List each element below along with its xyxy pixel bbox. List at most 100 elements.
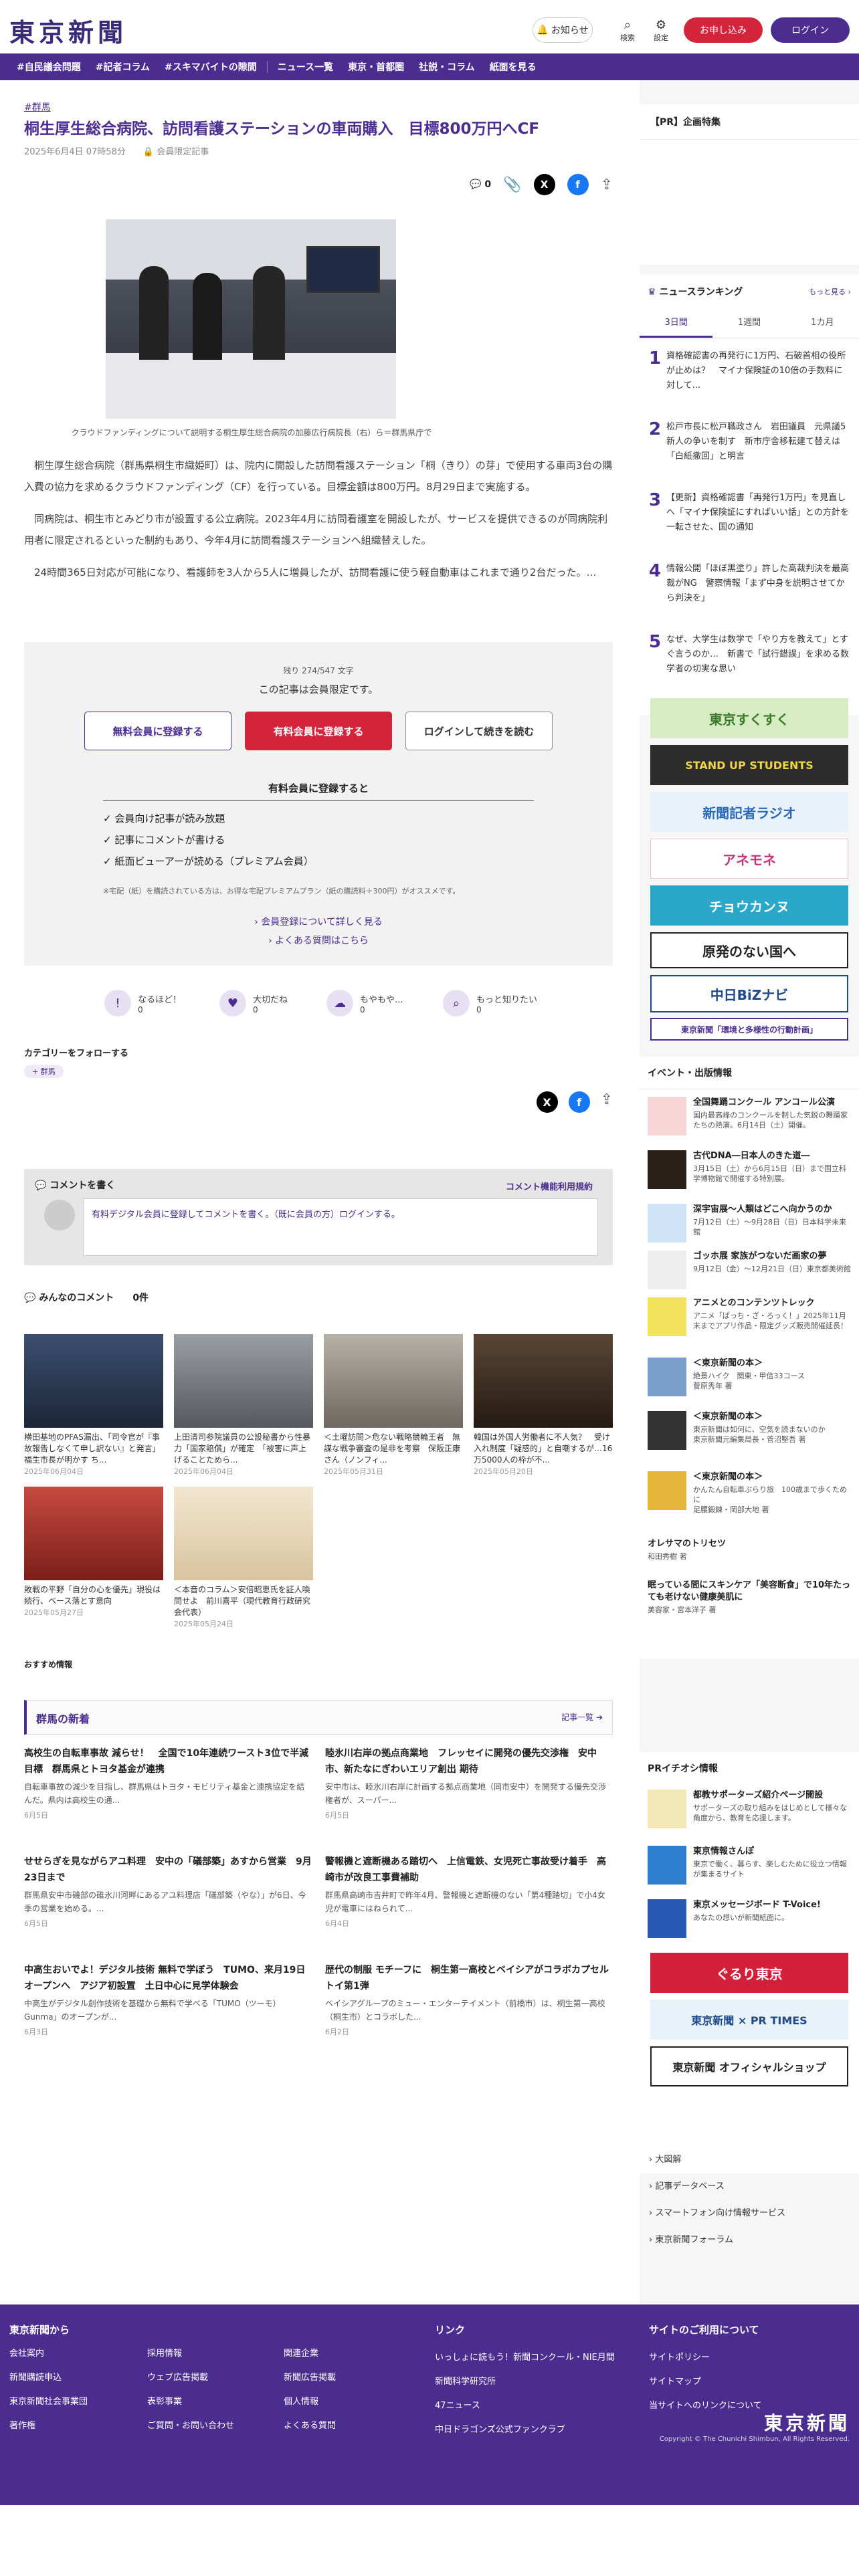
facebook-share-icon[interactable]: f (567, 174, 589, 195)
footer-link[interactable]: 新聞広告掲載 (284, 2366, 336, 2390)
event-item[interactable]: 古代DNA―日本人のきた道― 3月15日（土）から6月15日（日）まで国立科学博物… (648, 1150, 852, 1189)
footer-link[interactable]: 中日ドラゴンズ公式ファンクラブ (435, 2418, 636, 2442)
nav-item-news[interactable]: ニュース一覧 (270, 60, 341, 74)
category-tag[interactable]: #群馬 (24, 100, 613, 114)
event-item[interactable]: ゴッホ展 家族がつないだ画家の夢 9月12日（金）～12月21日（日）東京都美術館 (648, 1251, 852, 1289)
comment-textarea[interactable]: 有料デジタル会員に登録してコメントを書く。（既に会員の方）ログインする。 (83, 1198, 598, 1256)
login-button[interactable]: ログイン (771, 17, 850, 43)
news-item[interactable]: せせらぎを見ながらアユ料理 安中の「礒部築」あすから営業 9月23日まで 群馬県安… (24, 1854, 312, 1929)
register-details-link[interactable]: › 会員登録について詳しく見る (24, 915, 613, 928)
share-icon[interactable]: ⇪ (601, 177, 613, 193)
tab-1week[interactable]: 1週間 (712, 309, 785, 338)
footer-link[interactable]: ウェブ広告掲載 (147, 2366, 234, 2390)
ranking-more-link[interactable]: もっと見る › (809, 286, 851, 297)
footer-link[interactable]: 関連企業 (284, 2342, 336, 2366)
banner-genpatsu[interactable]: 原発のない国へ (650, 932, 848, 968)
event-item[interactable]: ＜東京新聞の本＞ 絶景ハイク 関東・甲信33コース 菅原秀年 著 (648, 1358, 852, 1396)
faq-link[interactable]: › よくある質問はこちら (24, 934, 613, 947)
footer-link[interactable]: ご質問・お問い合わせ (147, 2414, 234, 2438)
link-forum[interactable]: › 東京新聞フォーラム (649, 2227, 785, 2254)
banner-prtimes[interactable]: 東京新聞 × PR TIMES (650, 2000, 848, 2040)
nav-item-tag3[interactable]: #スキマバイトの隙間 (157, 60, 264, 74)
footer-link[interactable]: よくある質問 (284, 2414, 336, 2438)
related-card[interactable]: ＜土曜訪問＞危ない戦略競輪王者 無謀な戦争審査の是非を考察 保阪正康さん（ノンフ… (324, 1334, 463, 1477)
banner-gururi[interactable]: ぐるり東京 (650, 1953, 848, 1993)
banner-radio[interactable]: 新聞記者ラジオ (650, 792, 848, 832)
event-item[interactable]: 深宇宙展～人類はどこへ向かうのか 7月12日（土）～9月28日（日）日本科学未来館 (648, 1204, 852, 1243)
related-card[interactable]: 韓国は外国人労働者に不人気？ 受け入れ制度「疑惑的」と自嘲するが…16万5000… (474, 1334, 613, 1477)
footer-link[interactable]: 個人情報 (284, 2390, 336, 2414)
event-item[interactable]: ＜東京新聞の本＞ かんたん自転車ぶらり旅 100歳まで歩くために 足腰鍛錬・岡部大… (648, 1471, 852, 1515)
comment-count[interactable]: 💬 0 (470, 179, 491, 190)
nav-item-tag1[interactable]: #自民議会問題 (9, 60, 88, 74)
footer-link[interactable]: 会社案内 (9, 2342, 88, 2366)
login-continue-button[interactable]: ログインして続きを読む (405, 712, 553, 750)
reaction-naruhodo[interactable]: ! なるほど！ 0 (104, 990, 181, 1016)
pr-item[interactable]: 都教サポーターズ紹介ページ開設 サポーターズの取り組みをはじめとして様々な角度から… (648, 1790, 852, 1828)
tab-1month[interactable]: 1カ月 (786, 309, 859, 338)
footer-link[interactable]: 著作権 (9, 2414, 88, 2438)
comment-policy-link[interactable]: コメント機能利用規約 (506, 1180, 593, 1192)
event-item[interactable]: 眠っている間にスキンケア「美容断食」で10年たっても老けない健康美肌に 美容家・宮… (648, 1580, 852, 1615)
ranking-item[interactable]: 5 なぜ、大学生は数学で「やり方を教えて」とすぐ言うのか… 新書で「試行錯誤」を求… (649, 633, 850, 677)
ranking-item[interactable]: 1 資格確認書の再発行に1万円、石破首相の役所が止めは？ マイナ保険証の10倍の手… (649, 349, 850, 393)
banner-chokan[interactable]: チョウカンヌ (650, 885, 848, 926)
search-button[interactable]: ⌕ 検索 (614, 19, 641, 43)
event-item[interactable]: アニメとのコンテンツトレック アニメ「ぱっち・ざ・ろっく！」2025年11月末まで… (648, 1297, 852, 1336)
link-daizukai[interactable]: › 大図解 (649, 2147, 785, 2173)
banner-sukusuku[interactable]: 東京すくすく (650, 698, 848, 738)
nav-item-tag2[interactable]: #記者コラム (88, 60, 157, 74)
banner-shop[interactable]: 東京新聞 オフィシャルショップ (650, 2046, 848, 2086)
footer-link[interactable]: サイトマップ (649, 2370, 850, 2394)
nav-item-paper[interactable]: 紙面を見る (482, 60, 544, 74)
tab-3days[interactable]: 3日間 (640, 309, 713, 338)
related-card[interactable]: 敗戦の平野「自分の心を優先」現役は続行、ベース落とす意向 2025年05月27日 (24, 1487, 163, 1618)
ranking-item[interactable]: 2 松戸市長に松戸職政さん 岩田議員 元県議5新人の争いを制す 新市庁舎移転建て替… (649, 420, 850, 464)
link-database[interactable]: › 記事データベース (649, 2173, 785, 2200)
news-item[interactable]: 警報機と遮断機ある踏切へ 上信電鉄、女児死亡事故受け着手 高崎市が改良工事費補助… (325, 1854, 613, 1929)
footer-link[interactable]: 47ニュース (435, 2394, 636, 2418)
notifications-button[interactable]: 🔔 お知らせ (533, 17, 593, 43)
x-share-icon[interactable]: X (536, 1091, 558, 1113)
free-register-button[interactable]: 無料会員に登録する (84, 712, 231, 750)
footer-link[interactable]: 採用情報 (147, 2342, 234, 2366)
x-share-icon[interactable]: X (533, 174, 555, 195)
footer-link[interactable]: 新聞購読申込 (9, 2366, 88, 2390)
news-item[interactable]: 高校生の自転車事故 減らせ！ 全国で10年連続ワースト3位で半減目標 群馬県とト… (24, 1745, 312, 1820)
pr-item[interactable]: 東京情報さんぽ 東京で働く、暮らす、楽しむために役立つ情報が集まるサイト (648, 1846, 852, 1885)
gunma-more-link[interactable]: 記事一覧 ➔ (561, 1711, 603, 1723)
banner-anemone[interactable]: アネモネ (650, 839, 848, 879)
related-card[interactable]: ＜本音のコラム＞安倍昭恵氏を証人喚問せよ 前川喜平（現代教育行政研究会代表） 20… (174, 1487, 313, 1629)
footer-link[interactable]: 東京新聞社会事業団 (9, 2390, 88, 2414)
footer-link[interactable]: サイトポリシー (649, 2346, 850, 2370)
share-icon[interactable]: ⇪ (601, 1091, 613, 1113)
site-logo[interactable]: 東京新聞 (9, 12, 127, 49)
clip-icon[interactable]: 📎 (503, 177, 521, 193)
banner-standup[interactable]: STAND UP STUDENTS (650, 745, 848, 785)
related-card[interactable]: 横田基地のPFAS漏出、「司令官が『事故報告しなくて申し訳ない』と発言」福生市長… (24, 1334, 163, 1477)
ranking-item[interactable]: 3 【更新】資格確認書「再発行1万円」を見直し へ「マイナ保険証にすればいい話」と… (649, 491, 850, 535)
footer-link[interactable]: いっしょに読もう！新聞コンクール・NIE月間 (435, 2346, 636, 2370)
link-smartphone[interactable]: › スマートフォン向け情報サービス (649, 2200, 785, 2227)
paid-register-button[interactable]: 有料会員に登録する (245, 712, 392, 750)
related-card[interactable]: 上田清司参院議員の公設秘書から性暴力「国家賠償」が確定 「被害に声上げることため… (174, 1334, 313, 1477)
reaction-moyamoya[interactable]: ☁ もやもや... 0 (326, 990, 403, 1016)
banner-bizz[interactable]: 中日BiZナビ (650, 975, 848, 1012)
subscribe-button[interactable]: お申し込み (684, 17, 763, 43)
event-item[interactable]: オレサマのトリセツ 和田秀樹 著 (648, 1538, 852, 1562)
ranking-item[interactable]: 4 情報公開「ほぼ黒塗り」許した高裁判決を最高裁がNG 警察情報「まず中身を説明さ… (649, 562, 850, 606)
banner-kankyo[interactable]: 東京新聞「環境と多様性の行動計画」 (650, 1018, 848, 1041)
pr-item[interactable]: 東京メッセージボード T-Voice! あなたの想いが新聞紙面に。 (648, 1899, 852, 1938)
nav-item-tokyo[interactable]: 東京・首都圏 (341, 60, 411, 74)
reaction-motto[interactable]: ⌕ もっと知りたい 0 (443, 990, 537, 1016)
facebook-share-icon[interactable]: f (568, 1091, 590, 1113)
news-item[interactable]: 中高生おいでよ！デジタル技術 無料で学ぼう TUMO、来月19日オープンへ アジ… (24, 1962, 312, 2037)
settings-button[interactable]: ⚙ 設定 (648, 19, 674, 43)
nav-item-editorial[interactable]: 社説・コラム (411, 60, 482, 74)
footer-link[interactable]: 新聞科学研究所 (435, 2370, 636, 2394)
footer-logo[interactable]: 東京新聞 (764, 2409, 850, 2436)
follow-chip[interactable]: + 群馬 (24, 1065, 64, 1078)
event-item[interactable]: ＜東京新聞の本＞ 東京新聞は如何に、空気を読まないのか 東京新聞元編集局長・菅沼堅… (648, 1411, 852, 1450)
news-item[interactable]: 歴代の制服 モチーフに 桐生第一高校とベイシアがコラボカプセルトイ第1弾 ベイシア… (325, 1962, 613, 2037)
reaction-taisetsu[interactable]: ♥ 大切だね 0 (219, 990, 288, 1016)
